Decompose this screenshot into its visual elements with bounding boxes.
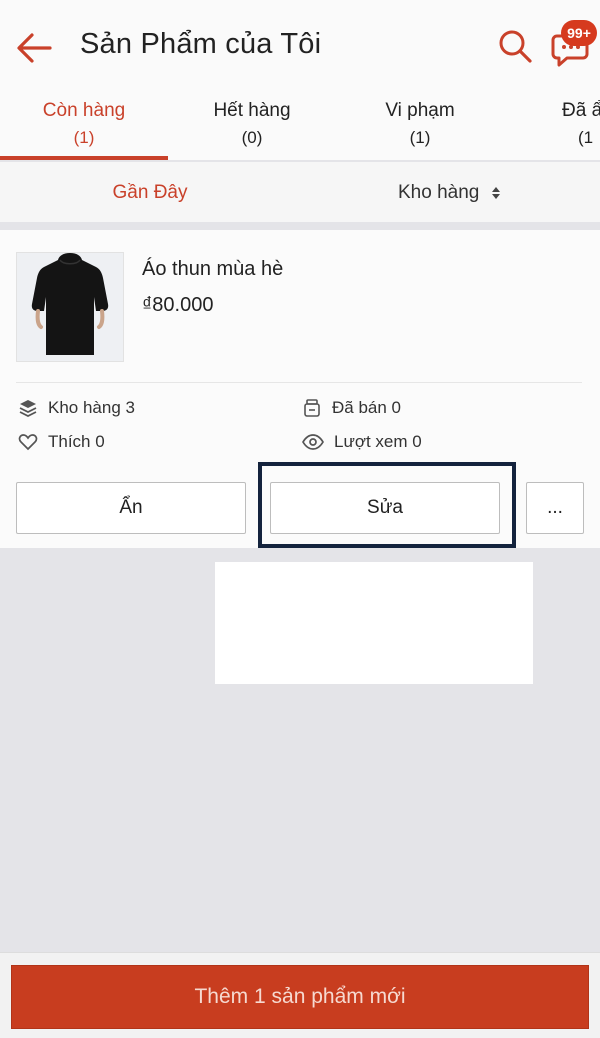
layers-icon (19, 400, 37, 418)
heart-icon (18, 434, 38, 451)
search-icon (499, 30, 532, 63)
eye-icon (302, 434, 324, 450)
product-name[interactable]: Áo thun mùa hè (142, 258, 283, 281)
tshirt-image (17, 253, 123, 361)
stat-likes-text: Thích 0 (48, 432, 105, 451)
stat-sold-text: Đã bán 0 (332, 398, 401, 417)
tab-hidden[interactable]: Đã ẩ (1 (504, 92, 600, 160)
sort-stock[interactable]: Kho hàng (398, 182, 501, 204)
sort-arrows-icon (491, 186, 500, 199)
product-card: Áo thun mùa hè ₫80.000 Kho hàng 3 Đã bán… (0, 230, 600, 548)
tab-count: (1 (578, 128, 594, 147)
tab-count: (0) (241, 128, 263, 147)
tab-violation[interactable]: Vi phạm (1) (336, 92, 504, 160)
stat-views: Lượt xem 0 (302, 432, 422, 452)
product-price: ₫80.000 (142, 294, 214, 316)
divider (16, 382, 582, 383)
notification-badge: 99+ (561, 20, 597, 46)
tab-label: Vi phạm (385, 100, 455, 121)
blank-overlay (215, 562, 533, 684)
tab-in-stock[interactable]: Còn hàng (1) (0, 92, 168, 160)
back-button[interactable] (14, 28, 54, 68)
status-tabs: Còn hàng (1) Hết hàng (0) Vi phạm (1) Đã… (0, 92, 600, 160)
tab-count: (1) (73, 128, 95, 147)
stat-stock-text: Kho hàng 3 (48, 398, 135, 417)
stat-sold: Đã bán 0 (302, 398, 401, 418)
page-title: Sản Phẩm của Tôi (80, 28, 322, 60)
sort-stock-label: Kho hàng (398, 182, 480, 203)
sort-recent[interactable]: Gần Đây (100, 182, 200, 204)
active-tab-underline (0, 156, 168, 160)
more-button[interactable]: ... (526, 482, 584, 534)
sort-bar: Gần Đây Kho hàng (0, 162, 600, 222)
product-thumbnail[interactable] (16, 252, 124, 362)
tab-out-of-stock[interactable]: Hết hàng (0) (168, 92, 336, 160)
tab-count: (1) (409, 128, 431, 147)
tab-label: Đã ẩ (562, 100, 600, 121)
add-product-button[interactable]: Thêm 1 sản phẩm mới (11, 965, 589, 1029)
stat-views-text: Lượt xem 0 (334, 432, 422, 451)
app-header: Sản Phẩm của Tôi 99+ (0, 0, 600, 92)
edit-button[interactable]: Sửa (270, 482, 500, 534)
arrow-left-icon (17, 33, 52, 63)
search-button[interactable] (497, 28, 533, 64)
stat-likes: Thích 0 (18, 432, 105, 452)
hide-button[interactable]: Ẩn (16, 482, 246, 534)
stat-stock: Kho hàng 3 (18, 398, 135, 418)
bottom-bar: Thêm 1 sản phẩm mới (0, 952, 600, 1038)
jar-icon (304, 399, 320, 417)
tab-label: Hết hàng (213, 100, 291, 121)
tab-label: Còn hàng (42, 100, 126, 121)
